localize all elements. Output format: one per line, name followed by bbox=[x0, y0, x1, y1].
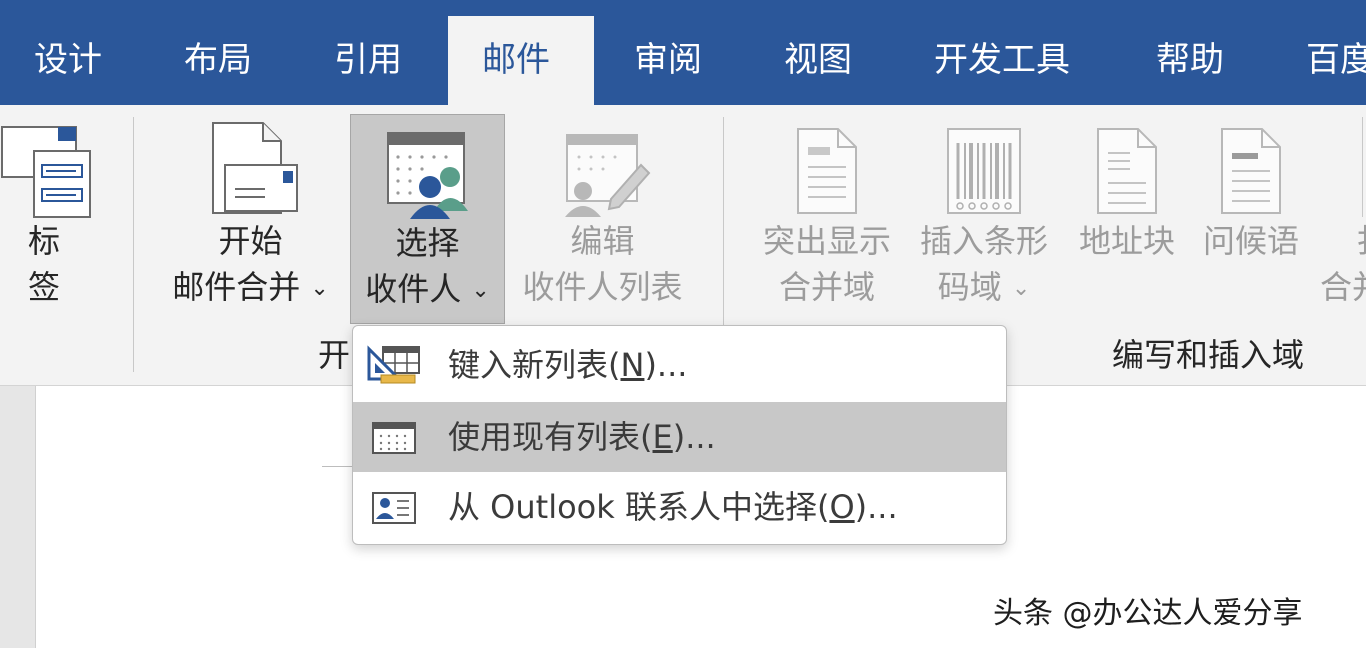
select-recipients-button[interactable]: 选择 收件人 ⌄ bbox=[350, 114, 505, 324]
contact-card-icon bbox=[372, 492, 416, 524]
edit-recipient-list-button[interactable]: 编辑 收件人列表 bbox=[510, 113, 695, 323]
menu-item-accelerator: N bbox=[620, 346, 645, 384]
start-mail-merge-icon bbox=[211, 122, 298, 214]
ribbon-separator bbox=[1362, 117, 1363, 217]
group-label-start-mail-merge: 开 bbox=[318, 336, 351, 374]
document-left-margin bbox=[0, 386, 36, 648]
menu-item-type-new-list[interactable]: 键入新列表(N)... bbox=[353, 330, 1006, 400]
existing-list-icon bbox=[372, 422, 416, 454]
highlight-merge-fields-line1: 突出显示 bbox=[762, 222, 891, 260]
select-recipients-icon bbox=[386, 132, 468, 219]
tab-view[interactable]: 视图 bbox=[750, 16, 886, 105]
barcode-icon bbox=[947, 128, 1021, 214]
insert-merge-field-button[interactable]: 扌 合并 bbox=[1318, 113, 1366, 323]
labels-icon bbox=[1, 126, 91, 218]
ribbon-tab-bar: 设计 布局 引用 邮件 审阅 视图 开发工具 帮助 百度 bbox=[0, 0, 1366, 105]
start-mail-merge-line2: 邮件合并 bbox=[172, 268, 301, 306]
chevron-down-icon: ⌄ bbox=[310, 276, 329, 301]
select-recipients-line2: 收件人 bbox=[365, 270, 462, 308]
tab-references[interactable]: 引用 bbox=[300, 16, 436, 105]
document-margin-mark bbox=[322, 466, 354, 467]
highlight-merge-fields-line2: 合并域 bbox=[778, 268, 875, 306]
address-block-button[interactable]: 地址块 bbox=[1068, 113, 1186, 323]
tab-mailings[interactable]: 邮件 bbox=[448, 16, 594, 105]
menu-item-suffix: )... bbox=[644, 346, 688, 384]
insert-barcode-field-button[interactable]: 插入条形 码域 ⌄ bbox=[910, 113, 1058, 323]
ribbon-separator bbox=[133, 117, 134, 372]
tab-help[interactable]: 帮助 bbox=[1122, 16, 1258, 105]
tab-layout[interactable]: 布局 bbox=[150, 16, 286, 105]
menu-item-accelerator: E bbox=[652, 418, 673, 456]
menu-item-suffix: )... bbox=[672, 418, 716, 456]
new-list-icon bbox=[367, 345, 420, 384]
labels-button-line2: 签 bbox=[28, 268, 61, 306]
labels-button[interactable]: 标 签 bbox=[0, 113, 98, 323]
group-label-write-insert-fields: 编写和插入域 bbox=[1112, 336, 1305, 374]
chevron-down-icon: ⌄ bbox=[471, 278, 490, 303]
edit-recipient-list-line1: 编辑 bbox=[570, 222, 635, 260]
insert-barcode-field-line2: 码域 bbox=[937, 268, 1002, 306]
insert-merge-field-line2: 合并 bbox=[1320, 268, 1366, 306]
highlight-merge-fields-button[interactable]: 突出显示 合并域 bbox=[752, 113, 902, 323]
start-mail-merge-button[interactable]: 开始 邮件合并 ⌄ bbox=[158, 113, 343, 323]
greeting-line-button[interactable]: 问候语 bbox=[1192, 113, 1310, 323]
labels-button-line1: 标 bbox=[28, 222, 61, 260]
address-block-icon bbox=[1097, 128, 1157, 214]
start-mail-merge-line1: 开始 bbox=[218, 222, 283, 260]
watermark: 头条 @办公达人爱分享 bbox=[993, 596, 1303, 631]
address-block-label: 地址块 bbox=[1078, 222, 1175, 260]
greeting-line-icon bbox=[1221, 128, 1281, 214]
menu-item-label: 从 Outlook 联系人中选择( bbox=[448, 488, 830, 526]
insert-barcode-field-line1: 插入条形 bbox=[919, 222, 1048, 260]
tab-review[interactable]: 审阅 bbox=[600, 16, 736, 105]
select-recipients-line1: 选择 bbox=[395, 224, 460, 262]
menu-item-label: 键入新列表( bbox=[448, 346, 621, 384]
greeting-line-label: 问候语 bbox=[1202, 222, 1299, 260]
highlight-merge-fields-icon bbox=[797, 128, 857, 214]
edit-recipient-list-icon bbox=[564, 134, 650, 217]
menu-item-suffix: )... bbox=[854, 488, 898, 526]
menu-item-use-existing-list[interactable]: 使用现有列表(E)... bbox=[353, 402, 1006, 472]
edit-recipient-list-line2: 收件人列表 bbox=[522, 268, 683, 306]
insert-merge-field-line1: 扌 bbox=[1318, 218, 1366, 264]
tab-design[interactable]: 设计 bbox=[0, 16, 136, 105]
chevron-down-icon: ⌄ bbox=[1011, 276, 1031, 301]
tab-developer[interactable]: 开发工具 bbox=[900, 16, 1104, 105]
select-recipients-menu: 键入新列表(N)... 使用现有列表(E)... 从 Outlook 联系人中选… bbox=[352, 325, 1007, 545]
menu-item-label: 使用现有列表( bbox=[448, 418, 653, 456]
menu-item-accelerator: O bbox=[829, 488, 855, 526]
tab-baidu[interactable]: 百度 bbox=[1272, 16, 1366, 105]
menu-item-choose-outlook-contacts[interactable]: 从 Outlook 联系人中选择(O)... bbox=[353, 472, 1006, 542]
